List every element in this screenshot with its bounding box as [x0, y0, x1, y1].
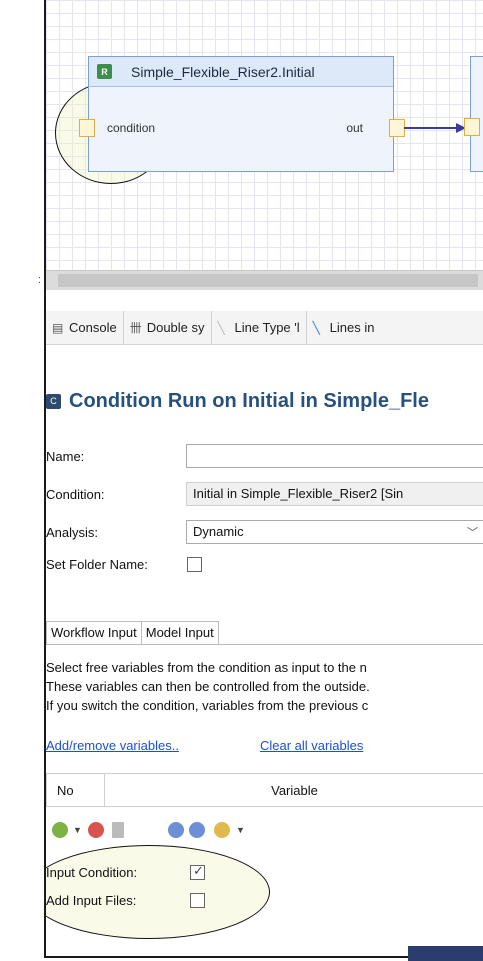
add-remove-variables-link[interactable]: Add/remove variables..: [46, 738, 179, 753]
console-icon: ▤: [52, 320, 64, 335]
name-label: Name:: [46, 449, 85, 464]
checkmark-icon: ✓: [193, 863, 204, 878]
condition-label: Condition:: [46, 487, 105, 502]
gear-dropdown-arrow-icon[interactable]: ▼: [236, 825, 245, 835]
tab-double-sync[interactable]: 卌 Double sy: [124, 311, 212, 344]
page-title: Condition Run on Initial in Simple_Fle: [69, 389, 429, 412]
page-header: C Condition Run on Initial in Simple_Fle: [46, 387, 429, 415]
input-condition-checkbox[interactable]: ✓: [190, 863, 205, 880]
analysis-label: Analysis:: [46, 525, 99, 540]
move-up-icon[interactable]: [189, 822, 205, 838]
condition-input-port[interactable]: [79, 119, 95, 137]
variables-table-header: No Variable: [46, 773, 483, 807]
chevron-down-icon: ﹀: [467, 527, 478, 539]
analysis-selected-value: Dynamic: [193, 524, 244, 539]
set-folder-name-checkbox[interactable]: [187, 557, 202, 572]
app-window: R Simple_Flexible_Riser2.Initial conditi…: [44, 0, 483, 958]
delete-trash-icon[interactable]: [112, 822, 124, 838]
variables-toolbar: ▼ ▼: [46, 820, 483, 842]
add-input-files-checkbox[interactable]: [190, 893, 205, 908]
remove-icon[interactable]: [88, 822, 104, 838]
condition-icon: C: [46, 393, 61, 409]
out-port-label: out: [346, 121, 363, 135]
node-title: Simple_Flexible_Riser2.Initial: [131, 63, 315, 80]
analysis-select[interactable]: Dynamic ﹀: [186, 520, 483, 544]
add-icon[interactable]: [52, 822, 68, 838]
move-down-icon[interactable]: [168, 822, 184, 838]
tab-double-sync-label: Double sy: [146, 320, 205, 335]
out-output-port[interactable]: [389, 119, 405, 137]
highlight-ellipse-options: [46, 845, 270, 939]
tab-lines-in[interactable]: ╲ Lines in: [307, 311, 381, 344]
input-condition-label: Input Condition:: [46, 865, 138, 880]
condition-field[interactable]: Initial in Simple_Flexible_Riser2 [Sin: [186, 482, 483, 506]
column-no[interactable]: No: [47, 774, 105, 806]
next-node-input-port[interactable]: [464, 118, 480, 136]
splitter-marker-icon: :: [38, 274, 42, 286]
input-tabs: Workflow Input Model Input: [46, 621, 483, 645]
column-variable[interactable]: Variable: [105, 783, 483, 798]
add-dropdown-arrow-icon[interactable]: ▼: [73, 825, 82, 835]
lines-in-icon: ╲: [312, 320, 320, 335]
tab-line-type-label: Line Type 'l: [234, 320, 300, 335]
add-input-files-label: Add Input Files:: [46, 893, 137, 908]
tab-console[interactable]: ▤ Console: [46, 311, 124, 344]
tab-line-type[interactable]: ╲ Line Type 'l: [212, 311, 307, 344]
node-header[interactable]: R Simple_Flexible_Riser2.Initial: [89, 57, 393, 87]
line-type-icon: ╲: [217, 320, 225, 335]
folder-label: Set Folder Name:: [46, 557, 148, 572]
description-line-2: These variables can then be controlled f…: [46, 679, 370, 694]
name-field[interactable]: [186, 444, 483, 468]
connection-edge[interactable]: [404, 127, 460, 129]
next-workflow-node[interactable]: [470, 56, 483, 172]
tab-lines-in-label: Lines in: [329, 320, 375, 335]
node-type-icon: R: [97, 64, 112, 79]
canvas-horizontal-scrollbar[interactable]: [46, 270, 483, 290]
double-sync-icon: 卌: [129, 320, 142, 335]
description-line-3: If you switch the condition, variables f…: [46, 698, 369, 713]
clear-all-variables-link[interactable]: Clear all variables: [260, 738, 363, 753]
workflow-canvas[interactable]: R Simple_Flexible_Riser2.Initial conditi…: [46, 0, 483, 270]
gear-icon[interactable]: [214, 822, 230, 838]
condition-port-label: condition: [107, 121, 156, 135]
tab-model-input[interactable]: Model Input: [141, 621, 219, 644]
tab-console-label: Console: [69, 320, 117, 335]
tab-workflow-input[interactable]: Workflow Input: [46, 621, 142, 644]
scrollbar-thumb[interactable]: [58, 274, 478, 287]
logo-fragment: [408, 946, 483, 961]
view-tabbar: ▤ Console 卌 Double sy ╲ Line Type 'l ╲ L…: [46, 311, 483, 345]
workflow-node[interactable]: R Simple_Flexible_Riser2.Initial conditi…: [79, 56, 405, 172]
description-line-1: Select free variables from the condition…: [46, 660, 367, 675]
